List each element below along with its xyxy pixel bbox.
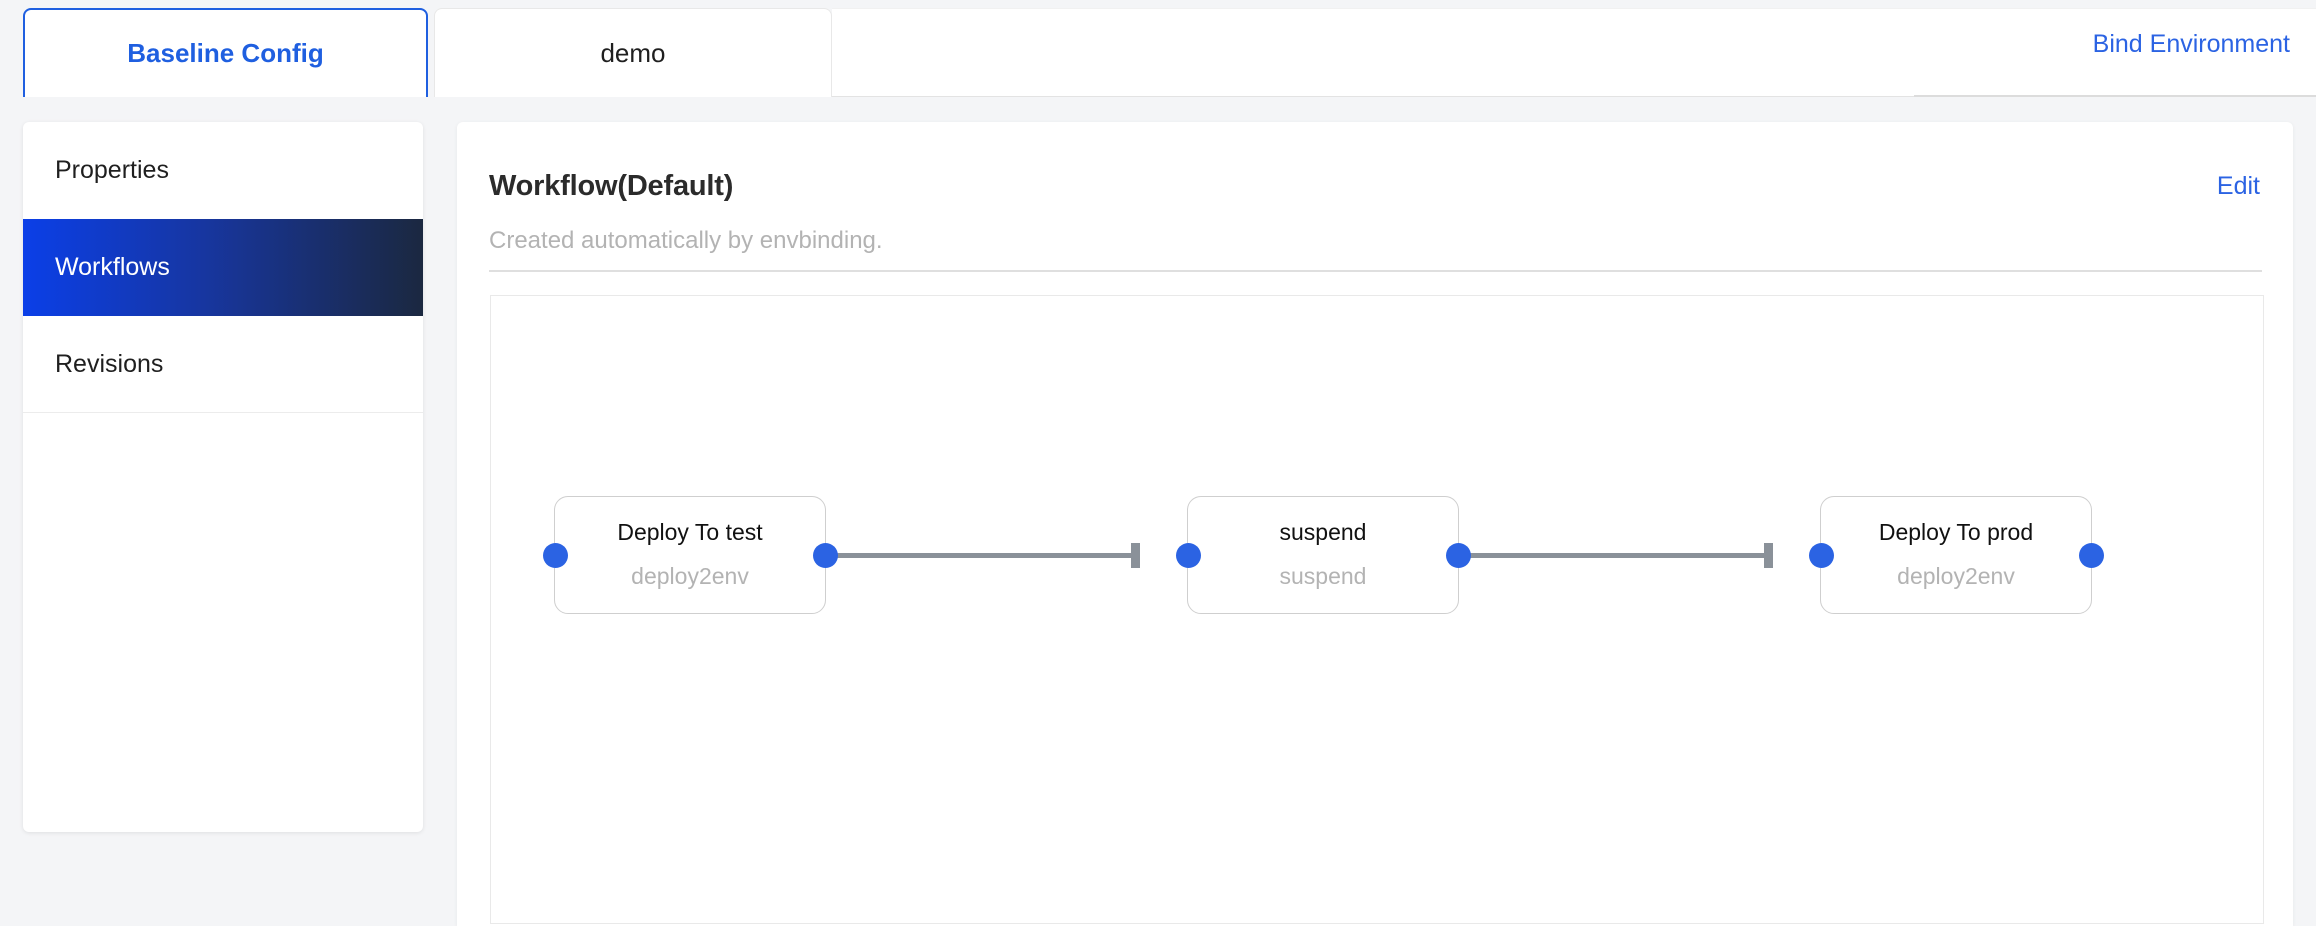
sidebar-item-label: Workflows <box>55 253 170 281</box>
sidebar-item-label: Properties <box>55 156 169 184</box>
tab-baseline-config[interactable]: Baseline Config <box>23 8 428 97</box>
edge-arrow-prod-in <box>1764 543 1773 568</box>
edit-button[interactable]: Edit <box>2217 172 2260 201</box>
node-title: Deploy To test <box>617 519 763 545</box>
sidebar-item-properties[interactable]: Properties <box>23 122 423 219</box>
bind-environment-underline <box>1914 95 2316 97</box>
node-title: suspend <box>1279 519 1367 545</box>
sidebar: Properties Workflows Revisions <box>23 122 423 832</box>
bind-environment-link[interactable]: Bind Environment <box>2093 30 2290 59</box>
node-subtitle: suspend <box>1279 563 1367 589</box>
edge-suspend-to-prod <box>1459 553 1772 558</box>
edge-arrow-suspend-in <box>1131 543 1140 568</box>
node-handle-left[interactable] <box>1808 542 1834 568</box>
node-handle-right[interactable] <box>1445 542 1471 568</box>
node-title: Deploy To prod <box>1878 519 2034 545</box>
tab-label: demo <box>600 37 666 68</box>
sidebar-item-workflows[interactable]: Workflows <box>23 219 423 316</box>
workflow-panel: Workflow(Default) Created automatically … <box>457 122 2293 926</box>
tab-demo[interactable]: demo <box>434 8 832 97</box>
workflow-node-deploy-to-prod[interactable]: Deploy To prod deploy2env <box>1808 496 2104 614</box>
workflow-node-deploy-to-test[interactable]: Deploy To test deploy2env <box>542 496 838 614</box>
node-subtitle: deploy2env <box>631 563 749 589</box>
page-title: Workflow(Default) <box>489 170 734 202</box>
sidebar-item-revisions[interactable]: Revisions <box>23 316 423 413</box>
sidebar-item-label: Revisions <box>55 349 164 378</box>
node-handle-left[interactable] <box>1175 542 1201 568</box>
workflow-canvas[interactable]: Deploy To test deploy2env suspend suspen… <box>490 295 2264 924</box>
node-subtitle: deploy2env <box>1897 563 2015 589</box>
tab-label: Baseline Config <box>127 38 324 68</box>
header-divider <box>489 270 2262 272</box>
edge-test-to-suspend <box>826 553 1139 558</box>
node-handle-left[interactable] <box>542 542 568 568</box>
node-handle-right[interactable] <box>2078 542 2104 568</box>
node-handle-right[interactable] <box>812 542 838 568</box>
tab-bar: Baseline Config demo Bind Environment <box>0 0 2316 100</box>
page-subtitle: Created automatically by envbinding. <box>489 227 883 254</box>
workflow-node-suspend[interactable]: suspend suspend <box>1175 496 1471 614</box>
